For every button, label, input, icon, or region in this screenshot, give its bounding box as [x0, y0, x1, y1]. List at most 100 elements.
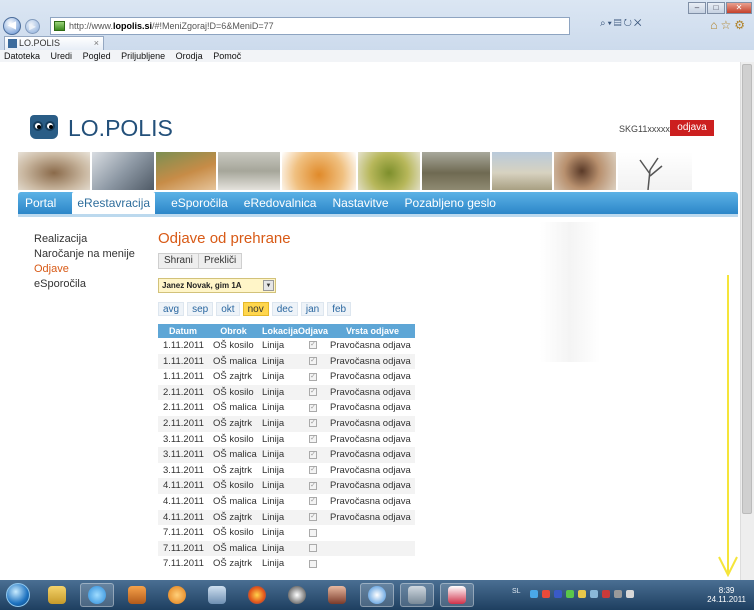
- header-datum[interactable]: Datum: [158, 324, 208, 338]
- back-button[interactable]: ◀: [3, 17, 21, 35]
- owl-logo-icon: [30, 115, 58, 139]
- forward-button[interactable]: ▶: [25, 19, 40, 34]
- tray-icon[interactable]: [554, 590, 562, 598]
- menu-view[interactable]: Pogled: [83, 51, 111, 61]
- tab-favicon-icon: [8, 39, 17, 48]
- header-vrsta-odjave[interactable]: Vrsta odjave: [328, 324, 415, 338]
- odjava-checkbox[interactable]: ✓: [309, 466, 317, 475]
- tray-icon[interactable]: [530, 590, 538, 598]
- cell-location: Linija: [262, 480, 285, 492]
- calendar-icon: [208, 586, 226, 604]
- nav-portal[interactable]: Portal: [25, 192, 56, 214]
- odjava-checkbox[interactable]: [309, 559, 317, 568]
- menu-edit[interactable]: Uredi: [51, 51, 73, 61]
- compat-icon[interactable]: ▤: [614, 18, 624, 29]
- odjava-checkbox[interactable]: ✓: [309, 388, 317, 397]
- month-sep[interactable]: sep: [187, 302, 214, 316]
- volume-icon[interactable]: [626, 590, 634, 598]
- sidebar-item-odjave[interactable]: Odjave: [34, 262, 135, 277]
- header-odjava[interactable]: Odjava: [298, 324, 328, 338]
- chevron-down-icon[interactable]: ▼: [263, 280, 274, 291]
- home-icon[interactable]: ⌂: [710, 18, 720, 32]
- search-icon[interactable]: ⌕: [600, 18, 608, 29]
- language-indicator[interactable]: SL: [512, 588, 521, 595]
- taskbar-app11[interactable]: [440, 583, 474, 607]
- menu-favorites[interactable]: Priljubljene: [121, 51, 165, 61]
- odjava-checkbox[interactable]: ✓: [309, 450, 317, 459]
- cancel-button[interactable]: Prekliči: [198, 253, 243, 269]
- header-lokacija[interactable]: Lokacija: [259, 324, 298, 338]
- month-okt[interactable]: okt: [216, 302, 240, 316]
- month-jan[interactable]: jan: [300, 302, 325, 316]
- nav-pozabljeno-geslo[interactable]: Pozabljeno geslo: [405, 192, 496, 214]
- tray-icon[interactable]: [602, 590, 610, 598]
- odjava-checkbox[interactable]: ✓: [309, 513, 317, 522]
- gear-icon[interactable]: ⚙: [734, 18, 748, 32]
- tab-close-icon[interactable]: ×: [94, 37, 99, 50]
- nav-esporocila[interactable]: eSporočila: [171, 192, 228, 214]
- nav-erestavracija[interactable]: eRestavracija: [72, 192, 156, 214]
- favorites-star-icon[interactable]: ☆: [720, 18, 734, 32]
- clock[interactable]: 8:39 24.11.2011: [707, 586, 746, 604]
- odjava-checkbox[interactable]: ✓: [309, 357, 317, 366]
- sidebar-item-realizacija[interactable]: Realizacija: [34, 232, 135, 247]
- cell-odjava: ✓: [298, 494, 328, 510]
- scrollbar-thumb[interactable]: [742, 64, 752, 514]
- address-bar[interactable]: http://www.lopolis.si/#!MeniZgoraj!D=6&M…: [50, 17, 570, 35]
- menu-file[interactable]: Datoteka: [4, 51, 40, 61]
- taskbar-app4[interactable]: [160, 583, 194, 607]
- maximize-button[interactable]: □: [707, 2, 725, 14]
- month-avg[interactable]: avg: [158, 302, 185, 316]
- banner-photo: [218, 152, 280, 190]
- taskbar-app10[interactable]: [400, 583, 434, 607]
- odjava-checkbox[interactable]: ✓: [309, 435, 317, 444]
- cell-meal: OŠ zajtrk: [213, 417, 253, 429]
- window-controls: – □ ✕: [687, 2, 752, 14]
- start-button[interactable]: [6, 583, 30, 607]
- student-select-value: Janez Novak, gim 1A: [162, 281, 242, 290]
- taskbar-app5[interactable]: [200, 583, 234, 607]
- logout-button[interactable]: odjava: [670, 120, 714, 136]
- taskbar-app9[interactable]: [360, 583, 394, 607]
- odjava-checkbox[interactable]: ✓: [309, 419, 317, 428]
- odjava-checkbox[interactable]: [309, 544, 317, 553]
- sidebar-item-narocanje[interactable]: Naročanje na menije: [34, 247, 135, 262]
- table-row: 7.11.2011 OŠ zajtrk Linija: [158, 556, 415, 572]
- tray-icon[interactable]: [590, 590, 598, 598]
- tray-icon[interactable]: [542, 590, 550, 598]
- odjava-checkbox[interactable]: [309, 528, 317, 537]
- browser-tab[interactable]: LO.POLIS ×: [4, 36, 104, 50]
- address-tools[interactable]: ⌕▾▤↻✕: [600, 18, 644, 29]
- nav-eredovalnica[interactable]: eRedovalnica: [244, 192, 317, 214]
- month-nov[interactable]: nov: [242, 302, 269, 316]
- refresh-icon[interactable]: ↻: [623, 18, 633, 29]
- sidebar-item-esporocila[interactable]: eSporočila: [34, 277, 135, 292]
- taskbar-app8[interactable]: [320, 583, 354, 607]
- save-button[interactable]: Shrani: [158, 253, 199, 269]
- odjava-checkbox[interactable]: ✓: [309, 341, 317, 350]
- nav-nastavitve[interactable]: Nastavitve: [332, 192, 388, 214]
- annotation-arrow-icon: [718, 275, 738, 577]
- odjava-checkbox[interactable]: ✓: [309, 497, 317, 506]
- student-select[interactable]: Janez Novak, gim 1A ▼: [158, 278, 276, 293]
- stop-icon[interactable]: ✕: [634, 18, 644, 29]
- menu-help[interactable]: Pomoč: [213, 51, 241, 61]
- taskbar-ie[interactable]: [80, 583, 114, 607]
- network-icon[interactable]: [614, 590, 622, 598]
- banner-photo: [358, 152, 420, 190]
- odjava-checkbox[interactable]: ✓: [309, 481, 317, 490]
- tray-icon[interactable]: [566, 590, 574, 598]
- month-feb[interactable]: feb: [327, 302, 352, 316]
- taskbar-explorer[interactable]: [40, 583, 74, 607]
- odjava-checkbox[interactable]: ✓: [309, 403, 317, 412]
- odjava-checkbox[interactable]: ✓: [309, 372, 317, 381]
- minimize-button[interactable]: –: [688, 2, 706, 14]
- header-obrok[interactable]: Obrok: [208, 324, 259, 338]
- tray-icon[interactable]: [578, 590, 586, 598]
- month-dec[interactable]: dec: [271, 302, 298, 316]
- taskbar-app3[interactable]: [120, 583, 154, 607]
- close-window-button[interactable]: ✕: [726, 2, 752, 14]
- taskbar-app7[interactable]: [280, 583, 314, 607]
- menu-tools[interactable]: Orodja: [176, 51, 203, 61]
- taskbar-firefox[interactable]: [240, 583, 274, 607]
